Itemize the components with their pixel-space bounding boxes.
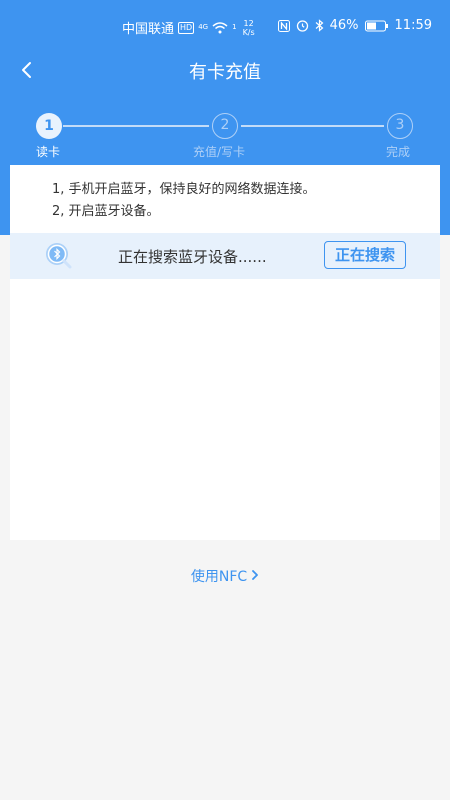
nav-bar: 有卡充值 xyxy=(0,52,450,88)
searching-button[interactable]: 正在搜索 xyxy=(324,241,406,269)
step-1-label: 读卡 xyxy=(36,145,61,159)
status-left: 中国联通 HD 4G 1 12 K/s xyxy=(122,18,255,38)
use-nfc-label: 使用NFC xyxy=(190,569,248,585)
battery-icon xyxy=(364,20,389,32)
hd-badge: HD xyxy=(178,21,195,34)
search-status-text: 正在搜索蓝牙设备...... xyxy=(118,248,267,266)
progress-steps: 1 读卡 2 充值/写卡 3 完成 xyxy=(0,112,450,162)
status-bar: 中国联通 HD 4G 1 12 K/s 46% 11:59 xyxy=(0,0,450,52)
bluetooth-status-icon xyxy=(315,19,324,32)
status-right: 46% 11:59 xyxy=(277,18,432,33)
nfc-status-icon xyxy=(277,19,290,32)
content-card: 1, 手机开启蓝牙，保持良好的网络数据连接。 2, 开启蓝牙设备。 正在搜索蓝牙… xyxy=(10,165,440,540)
speed-value: 12 xyxy=(243,18,254,28)
clock-time: 11:59 xyxy=(394,18,432,33)
bluetooth-search-icon xyxy=(44,241,74,271)
instruction-line-2: 2, 开启蓝牙设备。 xyxy=(52,204,160,219)
page-title: 有卡充值 xyxy=(189,62,261,83)
step-connector-2 xyxy=(241,125,384,127)
step-3-circle: 3 xyxy=(387,113,413,139)
chevron-right-icon xyxy=(251,569,259,585)
wifi-icon xyxy=(212,21,228,34)
network-type: 4G xyxy=(198,23,209,31)
wifi-index: 1 xyxy=(232,23,237,31)
step-2-circle: 2 xyxy=(212,113,238,139)
alarm-icon xyxy=(296,19,309,32)
step-1-circle: 1 xyxy=(36,113,62,139)
step-3-label: 完成 xyxy=(386,145,411,159)
bluetooth-search-row: 正在搜索蓝牙设备...... 正在搜索 xyxy=(10,233,440,279)
battery-percent: 46% xyxy=(329,18,359,33)
step-connector-1 xyxy=(63,125,209,127)
carrier-name: 中国联通 xyxy=(122,22,175,37)
use-nfc-link[interactable]: 使用NFC xyxy=(0,566,450,586)
speed-unit: K/s xyxy=(242,27,255,37)
network-speed: 12 K/s xyxy=(243,19,255,37)
instruction-line-1: 1, 手机开启蓝牙，保持良好的网络数据连接。 xyxy=(52,182,316,197)
step-2-label: 充值/写卡 xyxy=(193,145,246,159)
instructions: 1, 手机开启蓝牙，保持良好的网络数据连接。 2, 开启蓝牙设备。 xyxy=(52,179,316,223)
